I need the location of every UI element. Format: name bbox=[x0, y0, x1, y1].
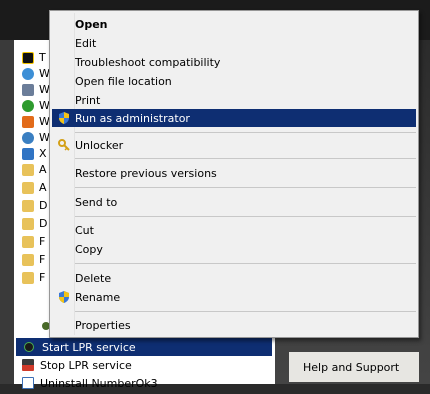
menu-item-restore-previous-versions[interactable]: Restore previous versions bbox=[52, 164, 416, 182]
menu-separator bbox=[75, 187, 416, 188]
menu-item-label: Edit bbox=[75, 36, 97, 50]
folder-icon[interactable] bbox=[22, 200, 34, 212]
menu-item-properties[interactable]: Properties bbox=[52, 316, 416, 334]
menu-item-run-as-administrator[interactable]: Run as administrator bbox=[52, 109, 416, 127]
menu-item-label: Troubleshoot compatibility bbox=[75, 55, 221, 69]
program-name[interactable]: F bbox=[39, 271, 45, 284]
app-icon[interactable] bbox=[22, 52, 34, 64]
menu-item-print[interactable]: Print bbox=[52, 91, 416, 109]
folder-icon[interactable] bbox=[22, 236, 34, 248]
menu-item-label: Open bbox=[75, 17, 108, 31]
menu-item-copy[interactable]: Copy bbox=[52, 240, 416, 258]
menu-item-label: Properties bbox=[75, 318, 131, 332]
menu-item-rename[interactable]: Rename bbox=[52, 288, 416, 306]
menu-item-label: Unlocker bbox=[75, 138, 124, 152]
program-stop-lpr-service[interactable]: Stop LPR service bbox=[16, 356, 272, 374]
menu-item-edit[interactable]: Edit bbox=[52, 34, 416, 52]
menu-item-label: Delete bbox=[75, 271, 112, 285]
menu-item-send-to[interactable]: Send to bbox=[52, 193, 416, 211]
menu-separator bbox=[75, 158, 416, 159]
menu-item-label: Open file location bbox=[75, 74, 172, 88]
menu-separator bbox=[75, 216, 416, 217]
menu-item-troubleshoot-compatibility[interactable]: Troubleshoot compatibility bbox=[52, 53, 416, 71]
program-name[interactable]: T bbox=[39, 51, 46, 64]
folder-icon[interactable] bbox=[22, 272, 34, 284]
unlocker-icon bbox=[58, 139, 70, 151]
stop-icon bbox=[22, 359, 34, 371]
menu-separator bbox=[75, 132, 416, 133]
menu-item-label: Run as administrator bbox=[75, 111, 190, 125]
menu-item-unlocker[interactable]: Unlocker bbox=[52, 136, 416, 154]
menu-item-open[interactable]: Open bbox=[52, 15, 416, 33]
program-label: Uninstall NumberOk3 bbox=[40, 376, 158, 390]
service-icon bbox=[24, 342, 34, 352]
app-icon[interactable] bbox=[22, 100, 34, 112]
context-menu: Open Edit Troubleshoot compatibility Ope… bbox=[49, 10, 419, 338]
start-menu: T W W W W W X A A D D F F F Start LPR se… bbox=[0, 0, 430, 394]
app-icon[interactable] bbox=[22, 116, 34, 128]
uninstall-icon bbox=[22, 377, 34, 389]
program-name[interactable]: A bbox=[39, 163, 47, 176]
app-icon[interactable] bbox=[22, 84, 34, 96]
app-icon[interactable] bbox=[22, 68, 34, 80]
folder-icon[interactable] bbox=[22, 164, 34, 176]
uac-shield-icon bbox=[59, 112, 69, 124]
app-icon[interactable] bbox=[22, 148, 34, 160]
menu-item-label: Rename bbox=[75, 290, 121, 304]
app-icon[interactable] bbox=[22, 132, 34, 144]
program-name[interactable]: F bbox=[39, 253, 45, 266]
menu-item-label: Print bbox=[75, 93, 101, 107]
menu-item-label: Copy bbox=[75, 242, 103, 256]
menu-item-label: Send to bbox=[75, 195, 118, 209]
folder-icon[interactable] bbox=[22, 182, 34, 194]
menu-item-open-file-location[interactable]: Open file location bbox=[52, 72, 416, 90]
menu-item-label: Restore previous versions bbox=[75, 166, 217, 180]
program-name[interactable]: D bbox=[39, 199, 47, 212]
help-and-support-button[interactable]: Help and Support bbox=[289, 352, 419, 382]
help-and-support-label: Help and Support bbox=[303, 360, 400, 374]
menu-item-label: Cut bbox=[75, 223, 94, 237]
menu-item-delete[interactable]: Delete bbox=[52, 269, 416, 287]
program-name[interactable]: A bbox=[39, 181, 47, 194]
program-name[interactable]: X bbox=[39, 147, 47, 160]
uac-shield-icon bbox=[59, 291, 69, 303]
program-label: Stop LPR service bbox=[40, 358, 132, 372]
program-uninstall-numberok3[interactable]: Uninstall NumberOk3 bbox=[16, 374, 272, 392]
menu-separator bbox=[75, 263, 416, 264]
menu-separator bbox=[75, 311, 416, 312]
program-name[interactable]: F bbox=[39, 235, 45, 248]
program-label: Start LPR service bbox=[42, 340, 136, 354]
program-name[interactable]: D bbox=[39, 217, 47, 230]
menu-item-cut[interactable]: Cut bbox=[52, 221, 416, 239]
program-start-lpr-service[interactable]: Start LPR service bbox=[16, 338, 272, 356]
folder-icon[interactable] bbox=[22, 218, 34, 230]
folder-icon[interactable] bbox=[22, 254, 34, 266]
